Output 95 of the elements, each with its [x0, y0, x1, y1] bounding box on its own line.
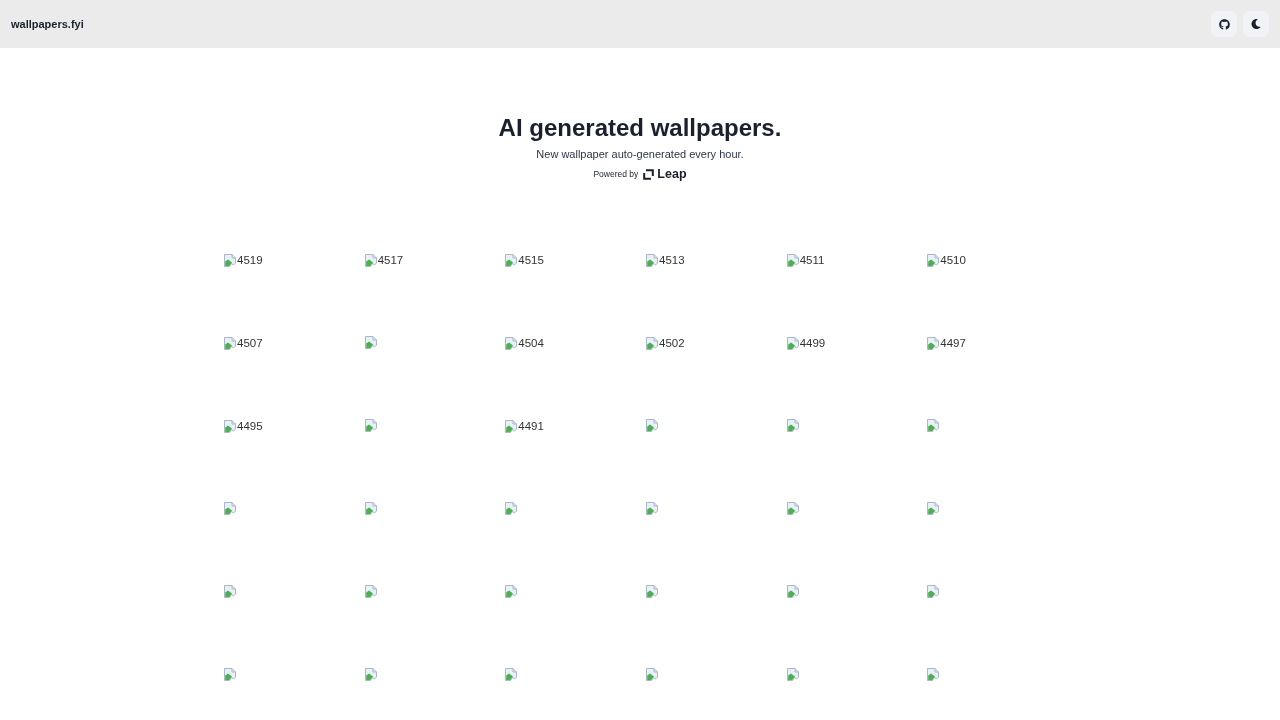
wallpaper-thumbnail[interactable] — [646, 668, 658, 681]
broken-image-icon — [927, 502, 940, 515]
wallpaper-thumbnail[interactable] — [364, 668, 377, 681]
wallpaper-thumbnail[interactable]: 4507 — [224, 336, 263, 350]
image-alt-text: 4504 — [518, 336, 544, 350]
image-alt-text: 4491 — [518, 419, 544, 433]
wallpaper-thumbnail[interactable]: 4491 — [505, 419, 544, 433]
broken-image-icon — [786, 253, 799, 267]
broken-image-icon — [364, 419, 377, 432]
image-alt-text: 4502 — [659, 336, 685, 350]
image-alt-text: 4515 — [518, 253, 544, 267]
broken-image-icon — [364, 253, 377, 267]
wallpaper-thumbnail[interactable] — [364, 585, 377, 598]
broken-image-icon — [786, 336, 799, 350]
broken-image-icon — [786, 419, 799, 432]
broken-image-icon — [364, 502, 377, 515]
broken-image-icon — [786, 502, 799, 515]
wallpaper-thumbnail[interactable] — [646, 419, 658, 432]
broken-image-icon — [224, 585, 236, 598]
wallpaper-thumbnail[interactable] — [786, 585, 799, 598]
wallpaper-thumbnail[interactable] — [505, 502, 518, 515]
wallpaper-thumbnail[interactable] — [364, 502, 377, 515]
image-alt-text: 4507 — [237, 336, 263, 350]
wallpaper-thumbnail[interactable] — [646, 502, 658, 515]
wallpaper-thumbnail[interactable]: 4497 — [927, 336, 966, 350]
wallpaper-thumbnail[interactable] — [927, 419, 940, 432]
image-alt-text: 4497 — [940, 336, 966, 350]
broken-image-icon — [646, 419, 658, 432]
broken-image-icon — [505, 336, 518, 350]
wallpaper-thumbnail[interactable] — [927, 502, 940, 515]
page-subtitle: New wallpaper auto-generated every hour. — [536, 147, 744, 162]
wallpaper-thumbnail[interactable]: 4513 — [646, 253, 685, 267]
site-logo[interactable]: wallpapers.fyi — [11, 18, 84, 30]
broken-image-icon — [224, 668, 236, 681]
broken-image-icon — [505, 253, 518, 267]
broken-image-icon — [224, 253, 236, 267]
moon-icon — [1251, 19, 1261, 29]
image-alt-text: 4511 — [799, 253, 825, 267]
wallpaper-thumbnail[interactable] — [646, 585, 658, 598]
wallpaper-thumbnail[interactable]: 4502 — [646, 336, 685, 350]
broken-image-icon — [224, 502, 236, 515]
wallpaper-thumbnail[interactable] — [786, 419, 799, 432]
wallpaper-thumbnail[interactable] — [364, 419, 377, 432]
wallpaper-thumbnail[interactable]: 4499 — [786, 336, 826, 350]
broken-image-icon — [364, 668, 377, 681]
broken-image-icon — [646, 336, 658, 350]
image-alt-text: 4519 — [237, 253, 263, 267]
wallpaper-thumbnail[interactable]: 4515 — [505, 253, 544, 267]
image-alt-text: 4495 — [237, 419, 263, 433]
broken-image-icon — [646, 253, 658, 267]
broken-image-icon — [505, 668, 518, 681]
wallpaper-thumbnail[interactable]: 4511 — [786, 253, 825, 267]
wallpaper-thumbnail[interactable] — [786, 668, 799, 681]
image-alt-text: 4510 — [940, 253, 966, 267]
wallpaper-thumbnail[interactable]: 4517 — [364, 253, 404, 267]
wallpaper-thumbnail[interactable] — [224, 585, 236, 598]
broken-image-icon — [646, 502, 658, 515]
github-icon — [1218, 18, 1230, 30]
broken-image-icon — [364, 336, 377, 349]
broken-image-icon — [505, 502, 518, 515]
broken-image-icon — [505, 585, 518, 598]
brand-logo-icon — [643, 168, 655, 180]
wallpaper-thumbnail[interactable]: 4510 — [927, 253, 966, 267]
wallpaper-thumbnail[interactable] — [364, 336, 377, 349]
wallpaper-thumbnail[interactable]: 4495 — [224, 419, 263, 433]
image-alt-text: 4499 — [799, 336, 826, 350]
wallpaper-thumbnail[interactable] — [927, 585, 940, 598]
github-button[interactable] — [1211, 11, 1237, 37]
broken-image-icon — [786, 668, 799, 681]
broken-image-icon — [927, 585, 940, 598]
wallpaper-thumbnail[interactable]: 4519 — [224, 253, 263, 267]
theme-toggle-button[interactable] — [1243, 11, 1269, 37]
image-alt-text: 4513 — [659, 253, 685, 267]
wallpaper-thumbnail[interactable] — [505, 585, 518, 598]
wallpaper-thumbnail[interactable]: 4504 — [505, 336, 544, 350]
powered-by-text: Powered by — [593, 169, 639, 179]
wallpaper-thumbnail[interactable] — [224, 668, 236, 681]
broken-image-icon — [786, 585, 799, 598]
wallpaper-thumbnail[interactable] — [505, 668, 518, 681]
page-title: AI generated wallpapers. — [498, 113, 782, 142]
image-alt-text: 4517 — [377, 253, 404, 267]
broken-image-icon — [224, 419, 236, 433]
broken-image-icon — [927, 419, 940, 432]
wallpaper-thumbnail[interactable] — [224, 502, 236, 515]
broken-image-icon — [927, 668, 940, 681]
broken-image-icon — [646, 585, 658, 598]
brand-link[interactable]: Leap — [643, 167, 687, 181]
broken-image-icon — [927, 336, 940, 350]
broken-image-icon — [505, 419, 518, 433]
wallpaper-thumbnail[interactable] — [927, 668, 940, 681]
wallpaper-thumbnail[interactable] — [786, 502, 799, 515]
broken-image-icon — [364, 585, 377, 598]
broken-image-icon — [927, 253, 940, 267]
broken-image-icon — [646, 668, 658, 681]
broken-image-icon — [224, 336, 236, 350]
